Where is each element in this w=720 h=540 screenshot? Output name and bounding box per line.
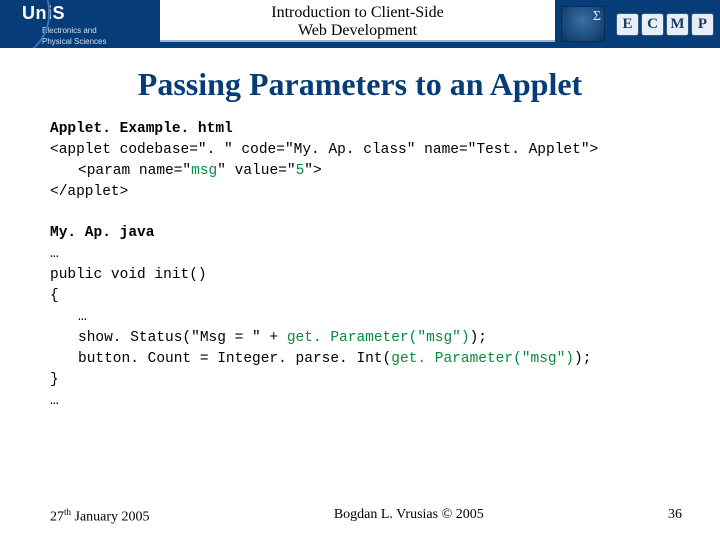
code2-l6: button. Count = Integer. parse. Int(get.… xyxy=(50,349,680,370)
badge-m: M xyxy=(666,13,689,36)
code2-l2: public void init() xyxy=(50,265,680,286)
badge-p: P xyxy=(691,13,714,36)
slide-title: Passing Parameters to an Applet xyxy=(0,66,720,103)
course-line-2: Web Development xyxy=(160,22,555,40)
slide-body: Applet. Example. html <applet codebase="… xyxy=(0,119,720,412)
code2-l1: … xyxy=(50,244,680,265)
slide-header: UniS Electronics and Physical Sciences I… xyxy=(0,0,720,48)
course-title: Introduction to Client-Side Web Developm… xyxy=(160,0,555,42)
code1-line2: <param name="msg" value="5"> xyxy=(50,161,680,182)
footer-date: 27th January 2005 xyxy=(50,507,150,526)
university-logo: UniS Electronics and Physical Sciences xyxy=(0,0,160,48)
course-line-1: Introduction to Client-Side xyxy=(160,4,555,22)
code2-l5: show. Status("Msg = " + get. Parameter("… xyxy=(50,328,680,349)
badge-c: C xyxy=(641,13,664,36)
code2-l3: { xyxy=(50,286,680,307)
code1-line1: <applet codebase=". " code="My. Ap. clas… xyxy=(50,140,680,161)
dept-thumb-icon: Σ xyxy=(561,6,605,42)
file-label-2: My. Ap. java xyxy=(50,223,680,244)
code2-l7: } xyxy=(50,370,680,391)
slide-footer: 27th January 2005 Bogdan L. Vrusias © 20… xyxy=(0,507,720,526)
code1-line3: </applet> xyxy=(50,182,680,203)
code2-l4: … xyxy=(50,307,680,328)
footer-author: Bogdan L. Vrusias © 2005 xyxy=(334,507,484,526)
badge-e: E xyxy=(616,13,639,36)
dept-badges: Σ E C M P xyxy=(555,0,720,48)
code2-l8: … xyxy=(50,391,680,412)
footer-page: 36 xyxy=(668,507,682,526)
file-label-1: Applet. Example. html xyxy=(50,119,680,140)
